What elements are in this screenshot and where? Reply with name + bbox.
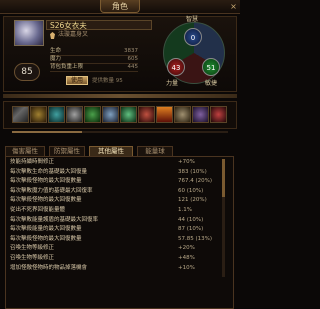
character-rank: 法璇嘉身叉 <box>58 31 89 38</box>
list-item: 技能持續時間修正 +70% <box>10 159 218 166</box>
row-label: 每次擊殺能量的最大回復數量 <box>10 226 82 233</box>
potion-icon[interactable] <box>120 106 137 123</box>
list-item: 從出不死界回復能量體 1.1% <box>10 207 218 214</box>
row-label: 召喚生物等級修正 <box>10 255 55 261</box>
fist-icon[interactable] <box>84 106 101 123</box>
list-scroll-thumb[interactable] <box>222 159 225 197</box>
list-item: 每次擊敗魔力值的基礎最大回復率 60 (10%) <box>10 188 218 195</box>
tab-defense[interactable]: 防禦屬性 <box>49 146 85 156</box>
list-item: 召喚生物等級修正 +20% <box>10 245 218 252</box>
stat-value: 605 <box>127 56 139 62</box>
stat-row-life: 生命 3837 <box>50 48 138 55</box>
attr-label-str: 力量 <box>166 80 179 87</box>
flame-icon[interactable] <box>156 106 173 123</box>
shield-icon[interactable] <box>30 106 47 123</box>
skill-scroll-thumb[interactable] <box>12 131 82 133</box>
row-label: 增加怪敵怪物時的物品掉落機會 <box>10 264 88 271</box>
row-label: 從出不死界回復能量體 <box>10 207 66 213</box>
row-label: 每次擊敗生命的基礎最大回復量 <box>10 168 88 175</box>
row-value: +20% <box>178 245 195 252</box>
stat-row-weight: 背包負重上限 445 <box>50 64 138 71</box>
lock-icon[interactable] <box>102 106 119 123</box>
tab-other[interactable]: 其他屬性 <box>89 146 133 156</box>
list-item: 每次擊敗生命的基礎最大回復量 383 (10%) <box>10 169 218 176</box>
close-icon[interactable]: × <box>229 2 238 11</box>
row-label: 每次擊敗能量護盾的基礎最大回復率 <box>10 216 99 223</box>
list-item: 每次擊殺怪物的最大回復數量 767.4 (20%) <box>10 178 218 185</box>
list-item: 召喚生物等級修正 +48% <box>10 255 218 262</box>
row-value: +70% <box>178 159 195 165</box>
row-value: 57.85 (13%) <box>178 235 213 242</box>
row-label: 技能持續時間修正 <box>10 159 55 165</box>
row-label: 每次擊殺怪物的最大回復數量 <box>10 197 82 204</box>
level-value: 85 <box>21 67 33 77</box>
row-label: 每次擊殺怪物的最大回復數量 <box>10 178 82 185</box>
list-item: 每次擊殺怪物的最大回復數量 57.85 (13%) <box>10 236 218 243</box>
avatar <box>14 20 44 46</box>
row-value: 44 (10%) <box>178 216 204 223</box>
skill-bar-divider <box>3 94 237 98</box>
stat-value: 3837 <box>124 48 138 54</box>
row-value: 1.1% <box>178 207 192 213</box>
int-orb[interactable]: 0 <box>184 28 202 46</box>
stat-value: 445 <box>127 64 139 70</box>
list-item: 每次擊敗能量護盾的基礎最大回復率 44 (10%) <box>10 217 218 224</box>
dex-orb[interactable]: 51 <box>202 58 220 76</box>
orb-icon[interactable] <box>48 106 65 123</box>
window-title: 角色 <box>100 0 140 13</box>
book-icon[interactable] <box>174 106 191 123</box>
row-value: 121 (20%) <box>178 197 207 204</box>
list-item: 每次擊殺怪物的最大回復數量 121 (20%) <box>10 197 218 204</box>
stat-row-mana: 魔力 605 <box>50 56 138 63</box>
stat-label: 生命 <box>50 48 62 54</box>
row-label: 每次擊敗魔力值的基礎最大回復率 <box>10 187 93 194</box>
grid-icon[interactable] <box>210 106 227 123</box>
fire-icon[interactable] <box>138 106 155 123</box>
row-value: 60 (10%) <box>178 187 204 194</box>
tab-charges[interactable]: 能量球 <box>137 146 173 156</box>
gear-icon[interactable] <box>66 106 83 123</box>
attr-label-dex: 敏捷 <box>205 80 218 87</box>
stat-label: 背包負重上限 <box>50 64 84 70</box>
row-value: 767.4 (20%) <box>178 178 213 185</box>
tab-damage[interactable]: 傷害屬性 <box>5 146 45 156</box>
divider <box>50 71 138 72</box>
list-item: 每次擊殺能量的最大回復數量 87 (10%) <box>10 226 218 233</box>
row-value: +10% <box>178 264 195 271</box>
supply-hint: 提供數量 95 <box>92 78 123 84</box>
row-value: +48% <box>178 255 195 261</box>
str-orb[interactable]: 43 <box>167 58 185 76</box>
sword-icon[interactable] <box>12 106 29 123</box>
list-item: 增加怪敵怪物時的物品掉落機會 +10% <box>10 265 218 272</box>
row-label: 召喚生物等級修正 <box>10 245 55 252</box>
row-value: 87 (10%) <box>178 226 204 233</box>
row-value: 383 (10%) <box>178 168 207 175</box>
stat-label: 魔力 <box>50 56 62 62</box>
wing-icon[interactable] <box>192 106 209 123</box>
use-button[interactable]: 使用 <box>66 76 88 85</box>
row-label: 每次擊殺怪物的最大回復數量 <box>10 235 82 242</box>
character-name: S26女衣夫 <box>50 21 87 30</box>
